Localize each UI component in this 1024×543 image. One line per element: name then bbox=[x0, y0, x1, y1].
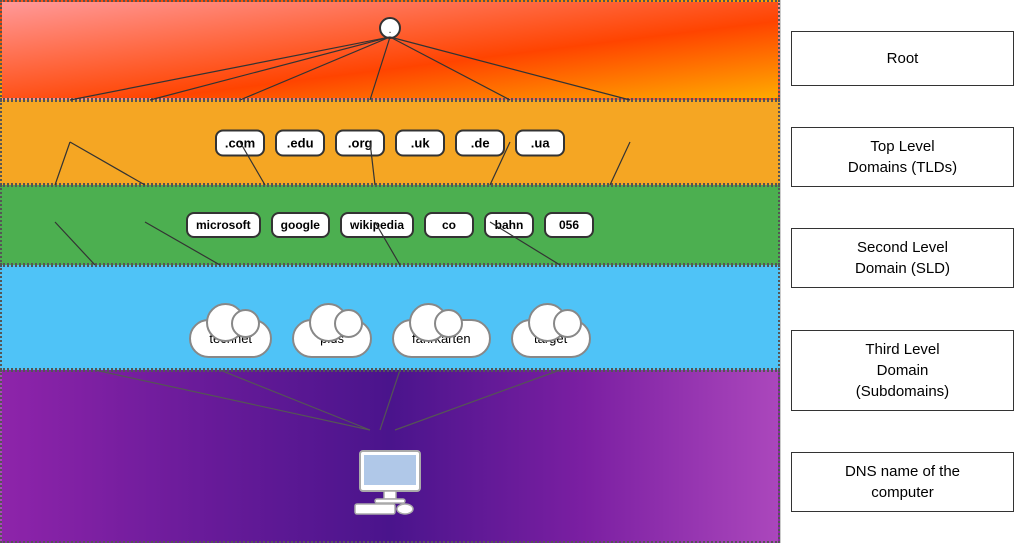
legend-root: Root bbox=[791, 31, 1014, 86]
cloud-fahrkarten: fahrkarten bbox=[392, 319, 491, 358]
sld-co: co bbox=[424, 212, 474, 238]
root-layer: . bbox=[0, 0, 780, 100]
legend-sld: Second Level Domain (SLD) bbox=[791, 228, 1014, 288]
legend-tld: Top Level Domains (TLDs) bbox=[791, 127, 1014, 187]
legend-dns: DNS name of the computer bbox=[791, 452, 1014, 512]
dns-layer bbox=[0, 370, 780, 543]
tld-org: .org bbox=[335, 129, 385, 156]
tld-de: .de bbox=[455, 129, 505, 156]
tld-edu: .edu bbox=[275, 129, 325, 156]
subdomain-layer: technet plus fahrkarten target bbox=[0, 265, 780, 370]
cloud-technet: technet bbox=[189, 319, 272, 358]
tld-ua: .ua bbox=[515, 129, 565, 156]
tld-com: .com bbox=[215, 129, 265, 156]
legend-area: Root Top Level Domains (TLDs) Second Lev… bbox=[780, 0, 1024, 543]
sld-056: 056 bbox=[544, 212, 594, 238]
sld-microsoft: microsoft bbox=[186, 212, 261, 238]
cloud-container: technet plus fahrkarten target bbox=[2, 319, 778, 358]
sld-bahn: bahn bbox=[484, 212, 534, 238]
sld-wikipedia: wikipedia bbox=[340, 212, 414, 238]
sld-boxes: microsoft google wikipedia co bahn 056 bbox=[2, 212, 778, 238]
sld-layer: microsoft google wikipedia co bahn 056 bbox=[0, 185, 780, 265]
diagram-area: . .com .edu .org .uk .de .ua microsoft g… bbox=[0, 0, 780, 543]
cloud-plus: plus bbox=[292, 319, 372, 358]
tld-layer: .com .edu .org .uk .de .ua bbox=[0, 100, 780, 185]
sld-google: google bbox=[271, 212, 330, 238]
computer-icon bbox=[350, 446, 430, 521]
legend-subdomain: Third Level Domain (Subdomains) bbox=[791, 330, 1014, 411]
cloud-target: target bbox=[511, 319, 591, 358]
tld-uk: .uk bbox=[395, 129, 445, 156]
tld-boxes: .com .edu .org .uk .de .ua bbox=[2, 129, 778, 156]
